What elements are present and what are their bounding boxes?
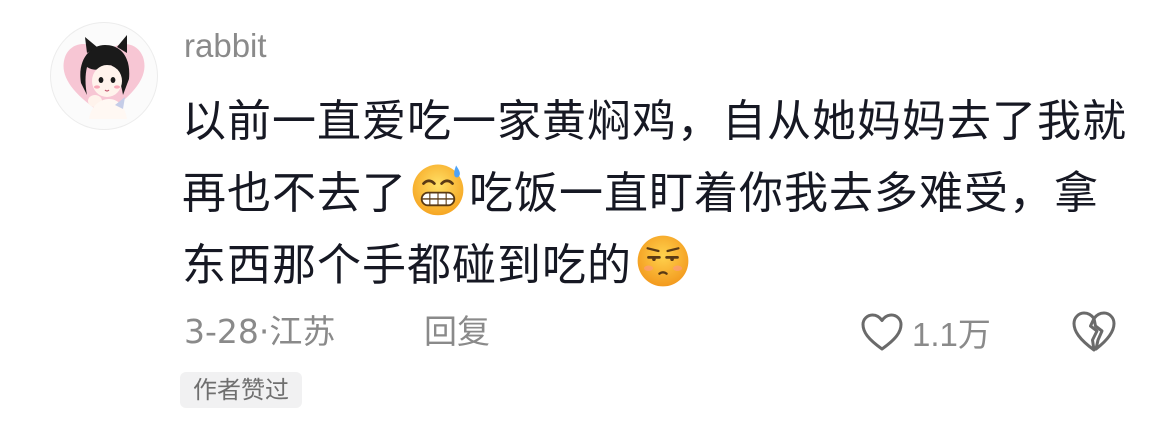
comment-location: 江苏 — [269, 312, 336, 351]
heart-outline-icon — [861, 313, 903, 351]
comment-text-segment: 再也不去了 — [182, 168, 407, 219]
like-button[interactable]: 1.1万 — [860, 304, 991, 360]
comment-text-segment: 以前一直爱吃一家黄焖鸡，自从她妈妈去了我就 — [182, 96, 1127, 147]
comment-date: 3-28 — [184, 312, 259, 351]
reply-button[interactable]: 回复 — [424, 308, 490, 356]
comment-line: 东西那个手都碰到吃的 — [182, 230, 1112, 302]
comment-meta: 3-28·江苏 — [184, 308, 335, 356]
comment-line: 以前一直爱吃一家黄焖鸡，自从她妈妈去了我就 — [182, 86, 1126, 158]
broken-heart-icon — [1072, 311, 1116, 352]
grin-sweat-emoji-icon — [412, 164, 464, 216]
username[interactable]: rabbit — [184, 24, 267, 68]
unamused-face-emoji-icon — [637, 235, 689, 287]
dislike-button[interactable] — [1070, 304, 1126, 360]
comment-line: 再也不去了 吃饭一直盯着你我去多难受，拿 — [182, 158, 1112, 230]
anime-girl-avatar-icon — [63, 35, 145, 119]
avatar[interactable] — [50, 22, 158, 130]
comment-text: 以前一直爱吃一家黄焖鸡，自从她妈妈去了我就 再也不去了 吃饭一直盯着你我去多难受… — [182, 86, 1126, 302]
comment-text-segment: 东西那个手都碰到吃的 — [182, 240, 632, 291]
meta-separator: · — [258, 312, 270, 351]
author-liked-badge: 作者赞过 — [180, 372, 302, 408]
comment-text-segment: 吃饭一直盯着你我去多难受，拿 — [469, 168, 1099, 219]
like-count: 1.1万 — [912, 316, 991, 353]
